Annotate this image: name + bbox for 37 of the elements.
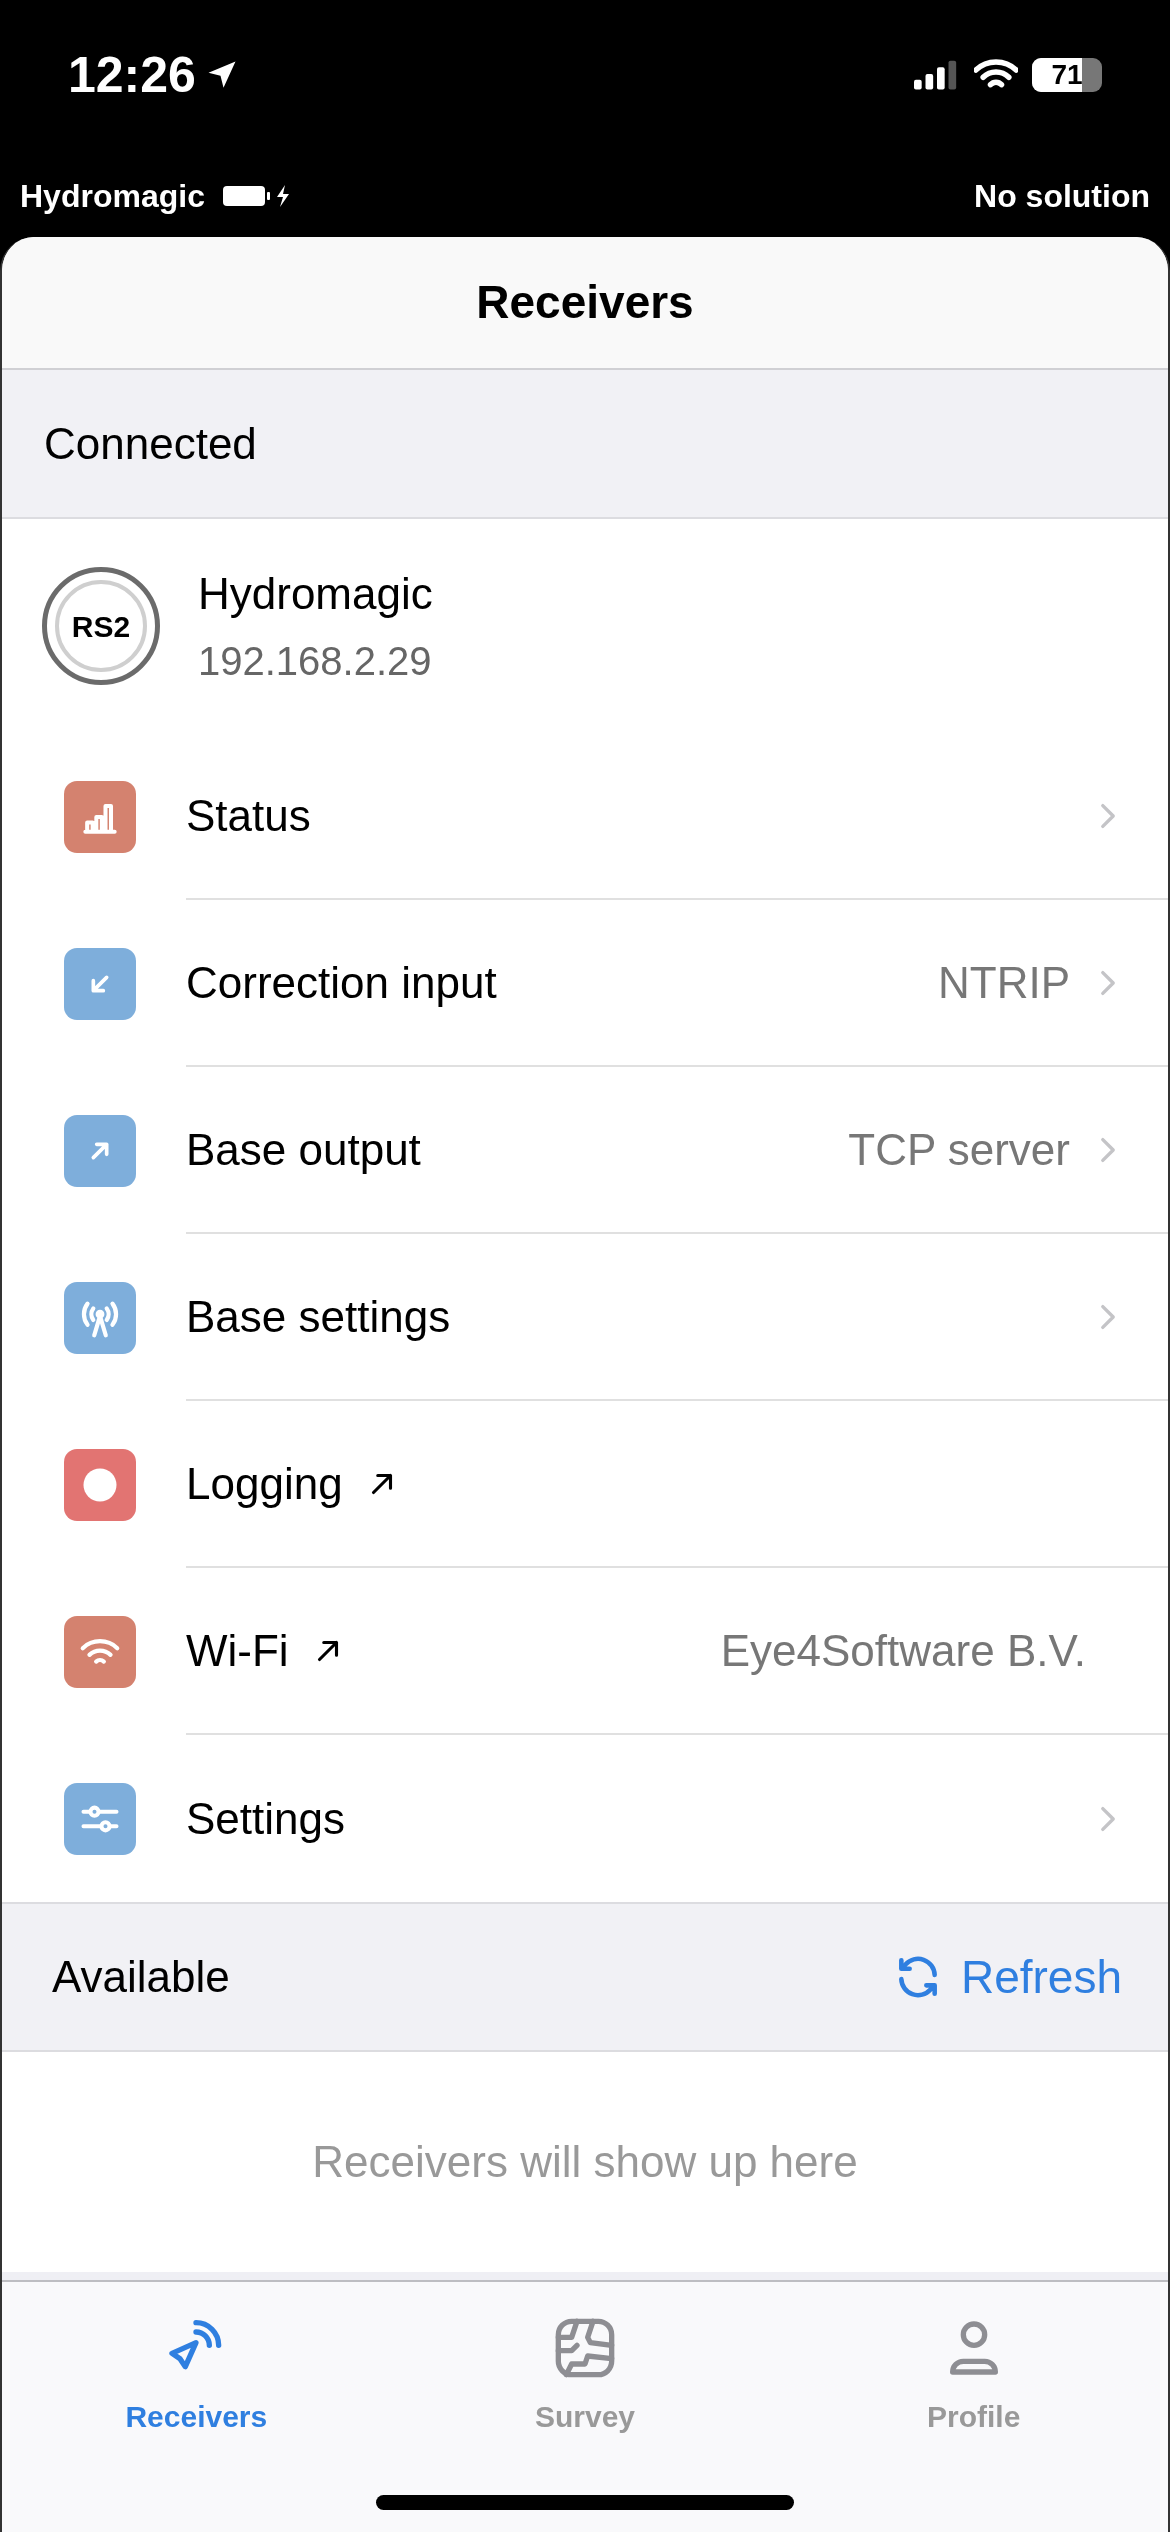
row-label: Settings [186,1792,345,1845]
chevron-right-icon [1100,802,1116,829]
menu-row[interactable]: Status [2,733,1168,900]
chevron-right-icon [1100,1136,1116,1163]
row-label: Base output [186,1123,421,1176]
row-label: Base settings [186,1290,451,1343]
chevron-right-icon [1100,969,1116,996]
battery-indicator: 71 [1032,58,1102,92]
status-time: 12:26 [68,45,196,105]
row-label: Status [186,789,311,842]
menu-row[interactable]: Logging [2,1401,1168,1568]
chevron-right-icon [1100,1805,1116,1832]
screen-title: Receivers [476,275,694,330]
menu-row[interactable]: Base output TCP server [2,1067,1168,1234]
row-label: Logging [186,1457,343,1510]
receiver-name: Hydromagic [198,568,433,620]
empty-message: Receivers will show up here [312,2136,858,2188]
menu-row[interactable]: Base settings [2,1234,1168,1401]
chevron-right-icon [1100,1303,1116,1330]
row-value: Eye4Software B.V. [720,1624,1086,1677]
section-header: Connected [44,417,257,470]
menu-row[interactable]: Correction input NTRIP [2,900,1168,1067]
section-header: Available [52,1951,230,2003]
receiver-badge: RS2 [42,567,160,685]
tab-bar-item[interactable]: Receivers [2,2316,391,2439]
menu-row[interactable]: Settings [2,1735,1168,1902]
receiver-address: 192.168.2.29 [198,638,433,685]
row-value: NTRIP [938,956,1070,1009]
row-label: Wi-Fi [186,1624,289,1677]
device-name: Hydromagic [20,177,205,216]
row-label: Correction input [186,956,497,1009]
solution-status: No solution [974,177,1150,216]
map-icon [553,2316,617,2380]
menu-row[interactable]: Wi-Fi Eye4Software B.V. [2,1568,1168,1735]
refresh-button[interactable]: Refresh [892,1942,1122,2012]
record-dot-icon [82,1466,118,1503]
row-value: TCP server [848,1123,1070,1176]
